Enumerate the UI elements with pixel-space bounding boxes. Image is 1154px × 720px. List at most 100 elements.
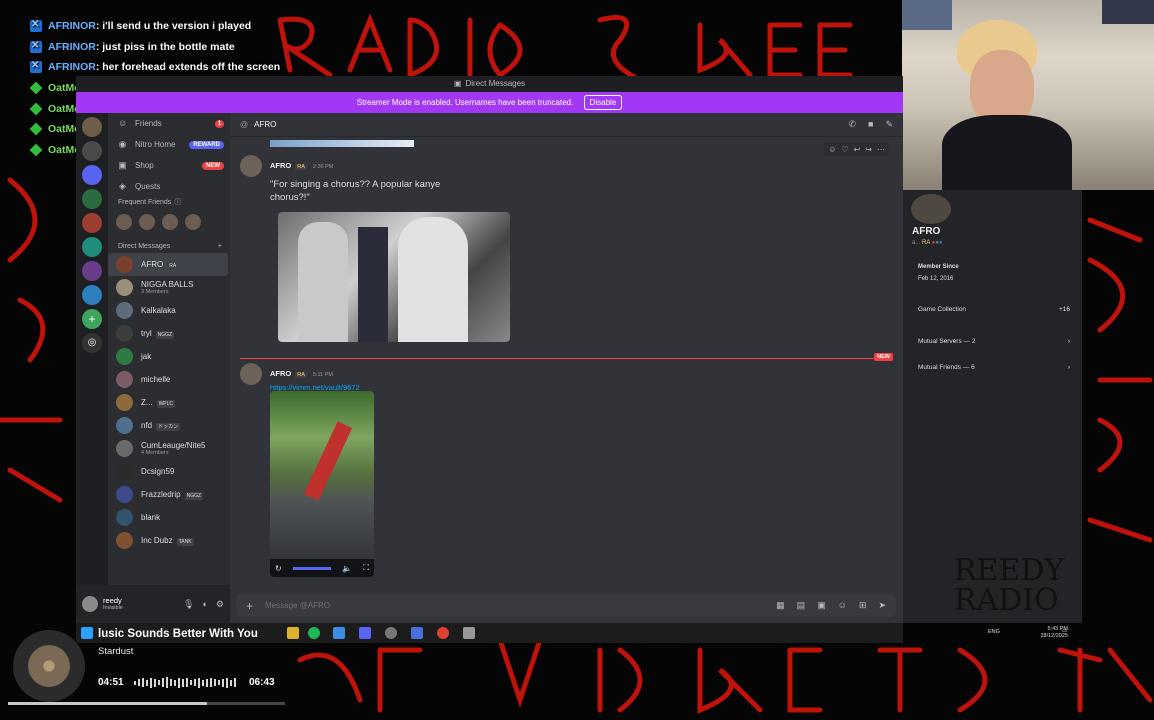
watermark-line: RADIO	[954, 583, 1059, 618]
friend-avatar[interactable]	[162, 214, 178, 230]
reaction-icon[interactable]: ♡	[841, 145, 848, 154]
disable-streamer-mode-button[interactable]: Disable	[583, 95, 623, 110]
dm-item[interactable]: nfd ドッカン	[108, 414, 230, 437]
server-icon[interactable]	[82, 285, 102, 305]
app-icon[interactable]	[333, 627, 345, 639]
dm-item[interactable]: tryl NGGZ	[108, 322, 230, 345]
server-icon[interactable]	[82, 213, 102, 233]
dm-members: 4 Members	[141, 450, 169, 456]
avatar[interactable]	[82, 596, 98, 612]
nav-item-friends[interactable]: ☺ Friends 1	[108, 113, 230, 134]
attach-icon[interactable]: +	[246, 599, 253, 613]
volume-icon[interactable]: 🔈	[342, 564, 352, 573]
dm-name: blank	[141, 513, 161, 522]
server-icon[interactable]	[82, 189, 102, 209]
message-author[interactable]: AFRO	[270, 369, 291, 378]
avatar[interactable]	[240, 155, 262, 177]
more-icon[interactable]: ⋯	[877, 145, 885, 154]
explorer-icon[interactable]	[287, 627, 299, 639]
dm-item[interactable]: Inc Dubz TANK	[108, 529, 230, 552]
track-current-time: 04:51	[98, 677, 124, 688]
mutual-friends-row[interactable]: Mutual Friends — 6 ›	[918, 364, 1070, 371]
message-author[interactable]: AFRO	[270, 161, 291, 170]
gift-icon[interactable]: ▦	[776, 600, 785, 611]
dm-item[interactable]: Frazzledrip NGGZ	[108, 483, 230, 506]
mutual-friends-label: Mutual Friends — 6	[918, 364, 975, 371]
apps-icon[interactable]: ⊞	[859, 600, 867, 611]
add-server-icon[interactable]: +	[82, 309, 102, 329]
tray-lang[interactable]: ENG	[988, 629, 1000, 636]
gif-icon[interactable]: ▤	[797, 600, 806, 611]
nav-badge: 1	[214, 119, 224, 128]
tray-time[interactable]: 5:43 PM	[1018, 626, 1068, 633]
dm-item[interactable]: AFRO RA	[108, 253, 228, 276]
chat-username[interactable]: AFRINOR	[48, 20, 96, 32]
send-icon[interactable]: ➤	[878, 600, 886, 611]
chat-username[interactable]: AFRINOR	[48, 41, 96, 53]
message: AFRO RA 5:11 PM https://vimm.net/vault/967…	[240, 363, 360, 392]
waveform-bar	[210, 678, 212, 687]
message-composer[interactable]: + Message @AFRO ▦ ▤ ▣ ☺ ⊞ ➤	[236, 594, 896, 617]
avatar[interactable]	[240, 363, 262, 385]
spotify-icon[interactable]	[308, 627, 320, 639]
dm-tag: TANK	[176, 538, 194, 546]
reaction-icon[interactable]: ☺	[828, 145, 836, 154]
pin-icon[interactable]: ✎	[885, 119, 893, 130]
dm-item[interactable]: blank	[108, 506, 230, 529]
discord-icon[interactable]	[359, 627, 371, 639]
mutual-servers-row[interactable]: Mutual Servers — 2 ›	[918, 338, 1070, 345]
chrome-icon[interactable]	[437, 627, 449, 639]
waveform-bar	[182, 678, 184, 687]
dm-item[interactable]: jak	[108, 345, 230, 368]
message-video[interactable]: ↻ 🔈 ⛶	[270, 391, 374, 577]
message-image[interactable]	[278, 212, 510, 342]
sticker-icon[interactable]: ▣	[817, 600, 826, 611]
nav-item-quests[interactable]: ◈ Quests	[108, 176, 230, 197]
headphones-icon[interactable]: ◐	[202, 599, 207, 610]
dm-item[interactable]: Z... WPLC	[108, 391, 230, 414]
discover-icon[interactable]: ◎	[82, 333, 102, 353]
forward-icon[interactable]: ↪	[865, 145, 872, 154]
server-icon[interactable]	[82, 165, 102, 185]
reply-icon[interactable]: ↩	[854, 145, 861, 154]
gear-icon[interactable]: ⚙	[216, 599, 224, 610]
nav-item-nitro-home[interactable]: ◉ Nitro Home REWARD	[108, 134, 230, 155]
server-icon[interactable]	[82, 117, 102, 137]
dm-item[interactable]: Dcsign59	[108, 460, 230, 483]
friend-avatar[interactable]	[116, 214, 132, 230]
app-icon[interactable]	[463, 627, 475, 639]
dm-name: jak	[141, 352, 152, 361]
waveform	[134, 677, 240, 688]
server-icon[interactable]	[82, 141, 102, 161]
phone-icon[interactable]: ✆	[848, 119, 856, 130]
composer-placeholder[interactable]: Message @AFRO	[265, 601, 330, 610]
game-collection-row[interactable]: Game Collection +16	[918, 306, 1070, 313]
server-icon[interactable]	[82, 261, 102, 281]
dm-item[interactable]: CumLeauge/Nite5 4 Members	[108, 437, 230, 460]
app-icon[interactable]	[385, 627, 397, 639]
microphone-icon[interactable]: 🎙	[183, 599, 194, 610]
friend-avatar[interactable]	[139, 214, 155, 230]
create-dm-icon[interactable]: +	[218, 241, 222, 253]
album-art	[13, 630, 85, 702]
friend-avatar[interactable]	[185, 214, 201, 230]
notification-icon[interactable]: ▭	[1062, 628, 1067, 635]
nav-item-shop[interactable]: ▣ Shop NEW	[108, 155, 230, 176]
video-controls: ↻ 🔈 ⛶	[270, 559, 374, 577]
chat-username[interactable]: AFRINOR	[48, 61, 96, 73]
frequent-friends-header: Frequent Friends ⓘ	[108, 197, 230, 209]
video-progress[interactable]	[292, 566, 331, 570]
replay-icon[interactable]: ↻	[275, 564, 282, 573]
app-icon[interactable]	[411, 627, 423, 639]
dm-item[interactable]: NIGGA BALLS 3 Members	[108, 276, 230, 299]
avatar[interactable]	[911, 194, 951, 224]
mutual-servers-label: Mutual Servers — 2	[918, 338, 976, 345]
fullscreen-icon[interactable]: ⛶	[363, 563, 369, 573]
window-decor	[902, 0, 952, 30]
video-icon[interactable]: ■	[868, 119, 873, 130]
dm-item[interactable]: michelle	[108, 368, 230, 391]
server-icon[interactable]	[82, 237, 102, 257]
dm-item[interactable]: Kalkalaka	[108, 299, 230, 322]
emoji-icon[interactable]: ☺	[838, 600, 847, 611]
tray-date[interactable]: 28/12/2025	[1018, 633, 1068, 640]
